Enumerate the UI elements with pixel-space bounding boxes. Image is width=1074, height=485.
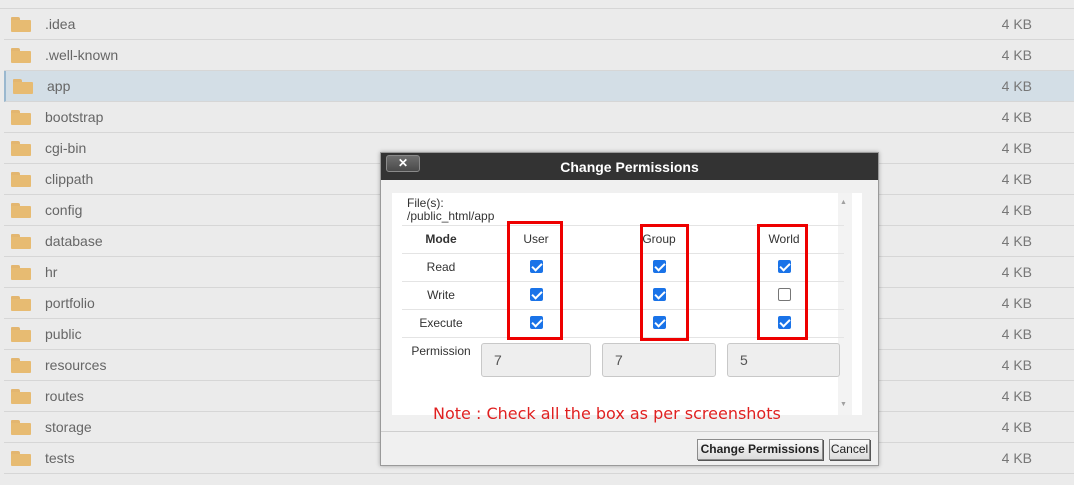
dialog-header: Change Permissions ✕ xyxy=(381,153,878,180)
files-label: File(s): xyxy=(407,196,444,210)
files-path: /public_html/app xyxy=(407,209,495,223)
user-column-highlight xyxy=(507,221,563,340)
group-column-highlight xyxy=(640,224,689,341)
group-permission-input[interactable]: 7 xyxy=(602,343,716,377)
user-permission-input[interactable]: 7 xyxy=(481,343,591,377)
change-permissions-button[interactable]: Change Permissions xyxy=(697,439,823,460)
cancel-button[interactable]: Cancel xyxy=(829,439,870,460)
change-permissions-dialog: Change Permissions ✕ ▲ ▼ File(s): /publi… xyxy=(380,152,879,466)
scroll-up-icon[interactable]: ▲ xyxy=(840,199,847,206)
permission-label: Permission xyxy=(411,344,471,358)
dialog-scrollbar[interactable]: ▲ ▼ xyxy=(838,193,852,415)
world-column-highlight xyxy=(757,224,808,340)
dialog-title: Change Permissions xyxy=(560,159,699,175)
footer-divider xyxy=(381,431,878,432)
mode-header: Mode xyxy=(425,232,457,246)
row-label-execute: Execute xyxy=(419,316,463,330)
close-button[interactable]: ✕ xyxy=(386,155,420,172)
row-label-write: Write xyxy=(427,288,455,302)
world-permission-input[interactable]: 5 xyxy=(727,343,840,377)
instruction-note: Note : Check all the box as per screensh… xyxy=(433,404,781,423)
scroll-down-icon[interactable]: ▼ xyxy=(840,401,847,408)
row-label-read: Read xyxy=(426,260,456,274)
